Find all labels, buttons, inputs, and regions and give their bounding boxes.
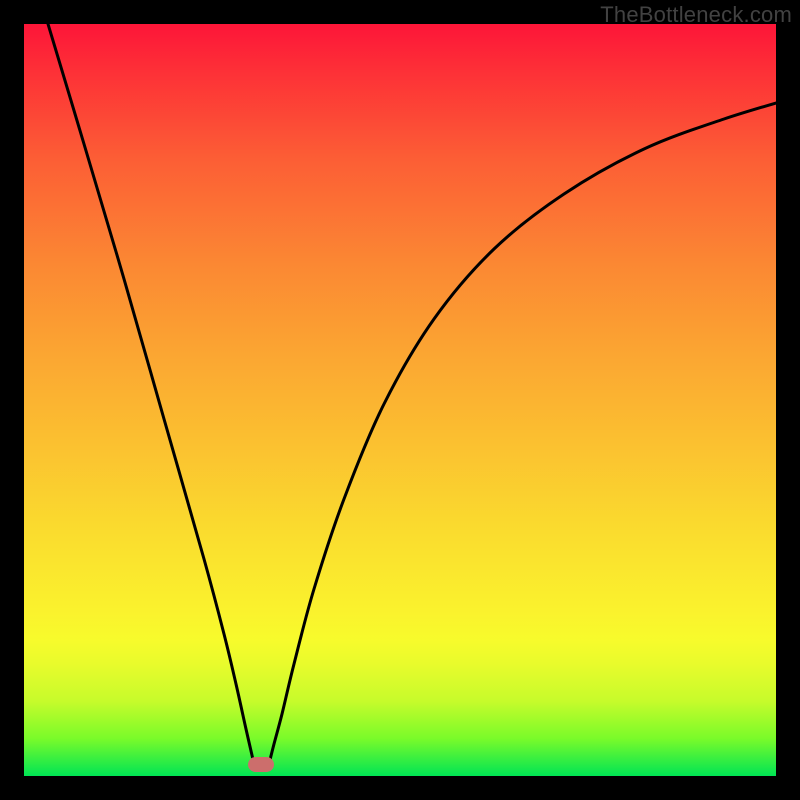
plot-area bbox=[24, 24, 776, 776]
bottleneck-curve bbox=[24, 24, 776, 776]
curve-left-branch bbox=[48, 24, 254, 764]
curve-right-branch bbox=[269, 96, 776, 764]
optimum-marker bbox=[248, 757, 274, 772]
watermark-text: TheBottleneck.com bbox=[600, 2, 792, 28]
